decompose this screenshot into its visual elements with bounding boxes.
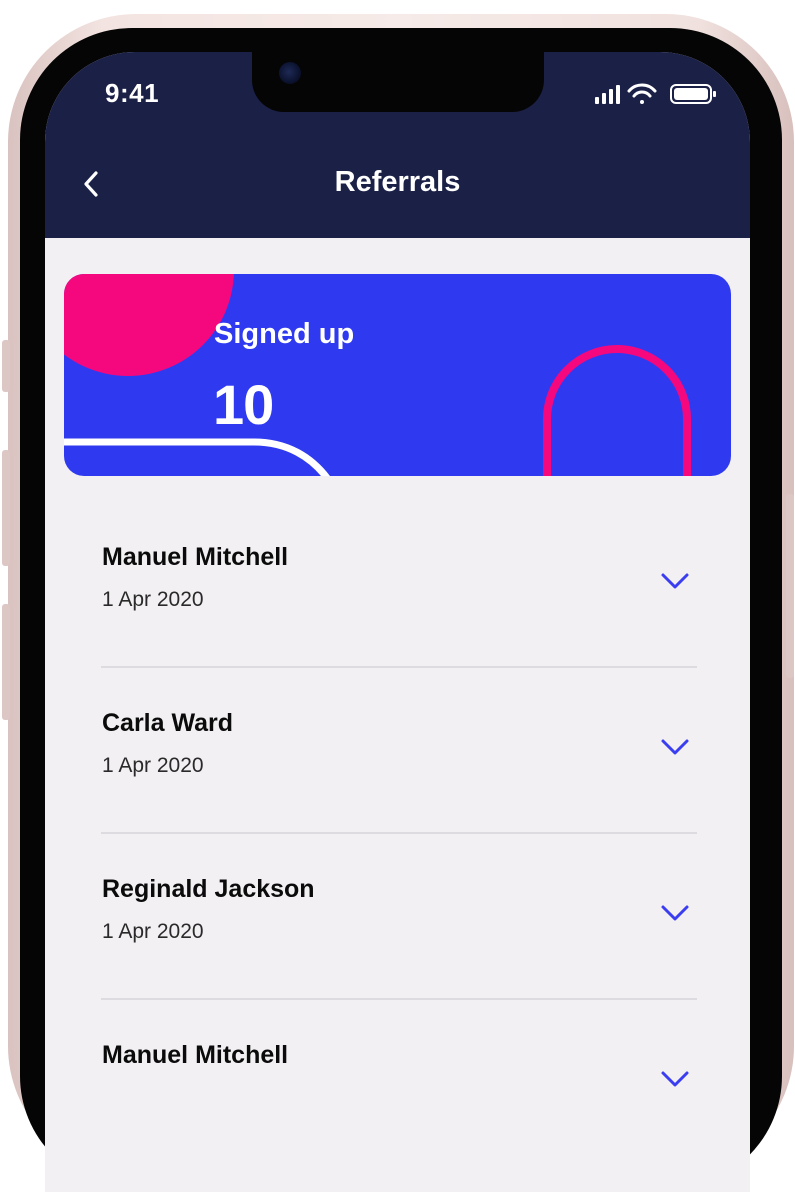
status-icons <box>595 82 719 106</box>
volume-up-button <box>2 450 10 566</box>
status-time: 9:41 <box>105 78 160 108</box>
chevron-down-icon[interactable] <box>659 1068 691 1090</box>
chevron-down-icon[interactable] <box>659 570 691 592</box>
power-button <box>786 494 794 678</box>
referral-name: Manuel Mitchell <box>102 543 289 571</box>
signed-up-count: 10 <box>213 373 274 436</box>
pink-circle-decoration <box>64 274 234 376</box>
card-decoration <box>64 274 691 476</box>
wifi-icon <box>627 83 657 104</box>
phone-screen: 9:41 Referrals Signed up 10 Manuel Mitch… <box>45 52 750 1192</box>
white-arc-decoration <box>64 438 330 476</box>
referral-name: Manuel Mitchell <box>102 1041 289 1069</box>
referral-date: 1 Apr 2020 <box>102 754 204 777</box>
referral-name: Carla Ward <box>102 709 234 737</box>
list-item[interactable]: Reginald Jackson 1 Apr 2020 <box>101 834 697 1000</box>
signed-up-label: Signed up <box>214 318 355 350</box>
silent-switch <box>2 340 10 392</box>
referral-name: Reginald Jackson <box>102 875 315 903</box>
referral-date: 1 Apr 2020 <box>102 920 204 943</box>
cellular-signal-icon <box>595 85 620 104</box>
front-camera <box>279 62 301 84</box>
battery-icon <box>670 84 716 104</box>
volume-down-button <box>2 604 10 720</box>
signed-up-card: Signed up 10 <box>64 274 731 476</box>
list-item[interactable]: Manuel Mitchell <box>101 1000 697 1166</box>
pink-arch-decoration <box>543 345 691 476</box>
list-item[interactable]: Carla Ward 1 Apr 2020 <box>101 668 697 834</box>
referral-list: Manuel Mitchell 1 Apr 2020 Carla Ward 1 … <box>101 502 697 1166</box>
referral-date: 1 Apr 2020 <box>102 588 204 611</box>
chevron-down-icon[interactable] <box>659 736 691 758</box>
chevron-down-icon[interactable] <box>659 902 691 924</box>
app-header: 9:41 Referrals <box>45 52 750 238</box>
page-title: Referrals <box>334 166 461 198</box>
list-item[interactable]: Manuel Mitchell 1 Apr 2020 <box>101 502 697 668</box>
